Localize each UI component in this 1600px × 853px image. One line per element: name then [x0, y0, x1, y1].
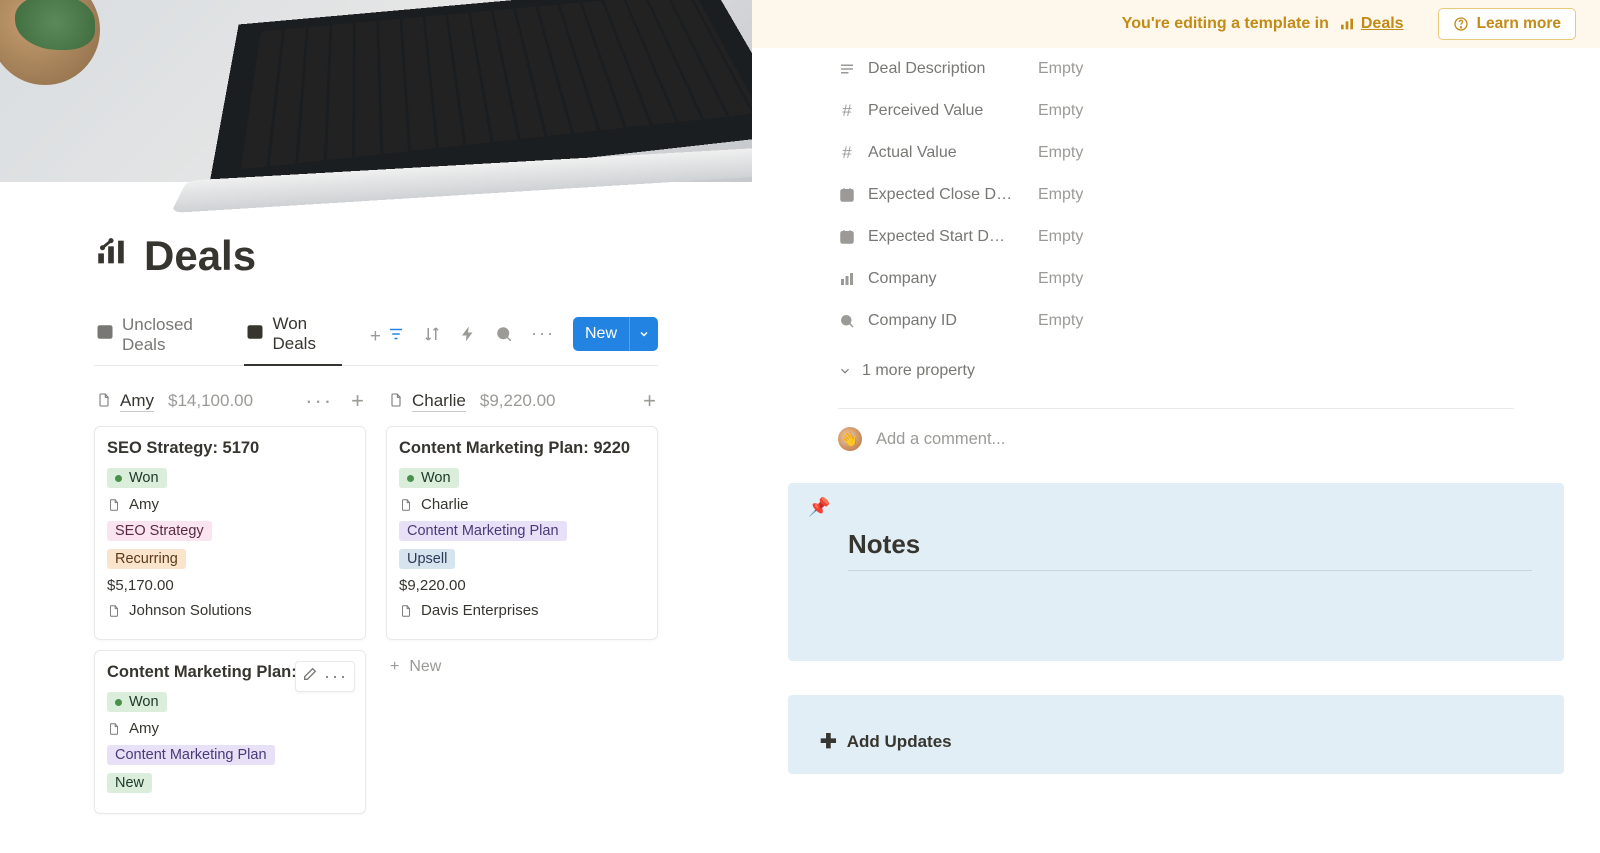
- tab-label: Won Deals: [272, 314, 339, 354]
- status-tag: Won: [107, 468, 167, 488]
- number-icon: #: [838, 101, 856, 121]
- person-ref[interactable]: Amy: [107, 496, 353, 513]
- column-add-button[interactable]: +: [643, 388, 656, 414]
- property-tag: Content Marketing Plan: [107, 745, 275, 765]
- property-tag: Content Marketing Plan: [399, 521, 567, 541]
- property-row[interactable]: Deal Description Empty: [838, 48, 1514, 90]
- deal-card[interactable]: SEO Strategy: 5170 Won Amy SEO Strategy Recu…: [94, 426, 366, 640]
- template-banner: You're editing a template in Deals Learn…: [752, 0, 1600, 48]
- property-label: Company ID: [868, 312, 1018, 330]
- card-amount: $5,170.00: [107, 577, 353, 594]
- card-title: SEO Strategy: 5170: [107, 439, 353, 458]
- property-value: Empty: [1038, 312, 1083, 330]
- company-ref[interactable]: Davis Enterprises: [399, 602, 645, 619]
- number-icon: #: [838, 143, 856, 163]
- learn-more-button[interactable]: Learn more: [1438, 8, 1576, 40]
- filter-icon[interactable]: [387, 325, 405, 343]
- chart-bar-icon: [94, 235, 128, 277]
- property-label: Deal Description: [868, 60, 1018, 78]
- property-label: Expected Start D…: [868, 228, 1018, 246]
- divider: [848, 570, 1532, 571]
- more-properties-toggle[interactable]: 1 more property: [838, 352, 1514, 390]
- status-tag: Won: [399, 468, 459, 488]
- property-label: Perceived Value: [868, 102, 1018, 120]
- notes-callout[interactable]: 📌 Notes: [788, 483, 1564, 661]
- add-updates-label: Add Updates: [847, 732, 952, 752]
- property-tag: Recurring: [107, 549, 186, 569]
- more-icon[interactable]: ···: [531, 323, 555, 344]
- automation-icon[interactable]: [459, 325, 477, 343]
- updates-callout[interactable]: ✚ Add Updates: [788, 695, 1564, 774]
- tab-won-deals[interactable]: Won Deals: [244, 308, 341, 366]
- notes-heading: Notes: [848, 529, 1532, 560]
- card-amount: $9,220.00: [399, 577, 645, 594]
- property-label: Company: [868, 270, 1018, 288]
- avatar: 👋: [838, 427, 862, 451]
- property-row[interactable]: Expected Close D… Empty: [838, 174, 1514, 216]
- add-view-button[interactable]: +: [364, 322, 387, 352]
- deal-card[interactable]: Content Marketing Plan: 893WonAmyContent…: [94, 650, 366, 814]
- more-properties-label: 1 more property: [862, 362, 975, 380]
- learn-more-label: Learn more: [1477, 15, 1561, 33]
- sort-icon[interactable]: [423, 325, 441, 343]
- property-row[interactable]: # Perceived Value Empty: [838, 90, 1514, 132]
- cover-image: [0, 0, 752, 182]
- person-ref[interactable]: Amy: [107, 720, 353, 737]
- deal-card[interactable]: Content Marketing Plan: 9220 Won Charlie Co…: [386, 426, 658, 640]
- page-title: Deals: [144, 232, 256, 280]
- property-row[interactable]: # Actual Value Empty: [838, 132, 1514, 174]
- column-total: $9,220.00: [480, 391, 556, 411]
- property-tag: Upsell: [399, 549, 455, 569]
- column-add-button[interactable]: +: [351, 388, 364, 414]
- pin-icon: 📌: [808, 497, 830, 518]
- property-value: Empty: [1038, 102, 1083, 120]
- edit-icon[interactable]: [302, 666, 318, 687]
- property-tag: New: [107, 773, 152, 793]
- banner-source-link[interactable]: Deals: [1339, 15, 1404, 33]
- property-row[interactable]: Company Empty: [838, 258, 1514, 300]
- property-label: Expected Close D…: [868, 186, 1018, 204]
- property-value: Empty: [1038, 144, 1083, 162]
- property-value: Empty: [1038, 270, 1083, 288]
- card-more-icon[interactable]: ···: [324, 666, 348, 687]
- chevron-down-icon[interactable]: [629, 317, 658, 351]
- card-title: Content Marketing Plan: 9220: [399, 439, 645, 458]
- banner-text: You're editing a template in: [1122, 15, 1329, 33]
- property-value: Empty: [1038, 228, 1083, 246]
- property-row[interactable]: Expected Start D… Empty: [838, 216, 1514, 258]
- date-icon: [838, 186, 856, 204]
- column-name[interactable]: Amy: [120, 391, 154, 412]
- board-icon: [96, 323, 114, 346]
- person-ref[interactable]: Charlie: [399, 496, 645, 513]
- new-card-button[interactable]: +New: [386, 650, 658, 684]
- property-row[interactable]: Company ID Empty: [838, 300, 1514, 342]
- search-icon[interactable]: [495, 325, 513, 343]
- text-icon: [838, 60, 856, 78]
- column-name[interactable]: Charlie: [412, 391, 466, 412]
- search-icon: [838, 312, 856, 330]
- new-button[interactable]: New: [573, 317, 658, 351]
- property-label: Actual Value: [868, 144, 1018, 162]
- view-tabs: Unclosed Deals Won Deals + ··· New: [94, 308, 658, 366]
- date-icon: [838, 228, 856, 246]
- tab-unclosed-deals[interactable]: Unclosed Deals: [94, 309, 222, 365]
- page-icon: [388, 392, 404, 410]
- plus-icon: +: [390, 658, 399, 676]
- banner-link-text: Deals: [1361, 15, 1404, 33]
- comment-placeholder: Add a comment...: [876, 430, 1005, 449]
- property-tag: SEO Strategy: [107, 521, 212, 541]
- comment-input[interactable]: 👋 Add a comment...: [752, 409, 1600, 469]
- tab-label: Unclosed Deals: [122, 315, 220, 355]
- property-value: Empty: [1038, 186, 1083, 204]
- page-icon: [96, 392, 112, 410]
- column-total: $14,100.00: [168, 391, 253, 411]
- new-button-label: New: [573, 325, 629, 343]
- plus-icon: ✚: [820, 729, 837, 754]
- company-ref[interactable]: Johnson Solutions: [107, 602, 353, 619]
- column-more-icon[interactable]: ···: [305, 388, 333, 414]
- property-value: Empty: [1038, 60, 1083, 78]
- board-icon: [246, 323, 264, 346]
- status-tag: Won: [107, 692, 167, 712]
- relation-icon: [838, 270, 856, 288]
